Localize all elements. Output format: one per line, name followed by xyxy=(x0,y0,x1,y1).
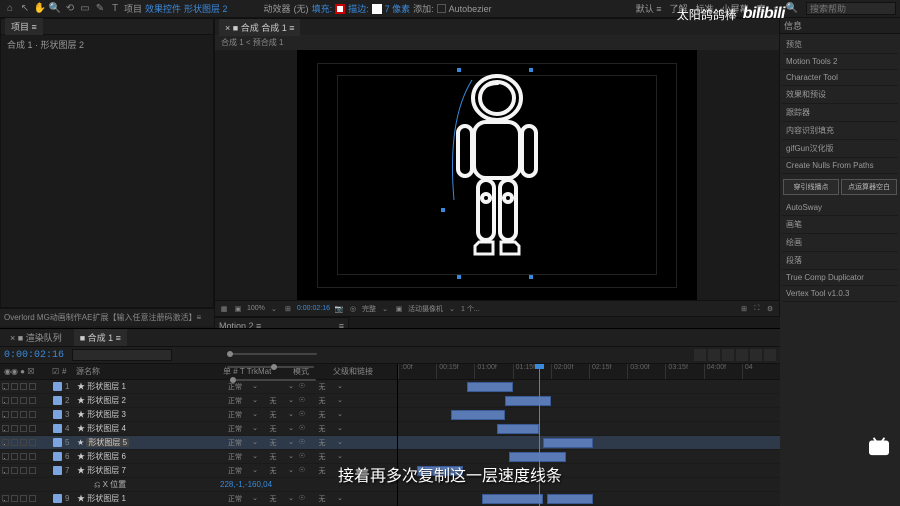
tl-tool-icon[interactable] xyxy=(694,349,706,361)
track-row[interactable] xyxy=(398,464,780,478)
sidebar-item[interactable]: 内容识别填充 xyxy=(782,122,898,140)
clip-bar[interactable] xyxy=(505,396,551,406)
hand-icon[interactable]: ✋ xyxy=(34,3,46,15)
label-anim: 动效器 xyxy=(264,2,291,15)
astronaut-figure[interactable] xyxy=(432,70,562,280)
track-row[interactable] xyxy=(398,450,780,464)
layer-row[interactable]: 5★ 形状图层 5正常⌄无⌄☉无⌄ xyxy=(0,436,397,450)
bilibili-tv-icon xyxy=(868,436,890,456)
sidebar-item[interactable]: True Comp Duplicator xyxy=(782,270,898,286)
snapshot-icon[interactable]: 📷 xyxy=(334,304,344,314)
clip-bar[interactable] xyxy=(417,466,463,476)
timeline-columns: ◉◉ ● ☒ ☑# 源名称 单 # T TrkMat 模式 父级和链接 xyxy=(0,364,397,380)
project-panel: 项目 ≡ 合成 1 · 形状图层 2 xyxy=(0,18,214,308)
clip-bar[interactable] xyxy=(543,438,593,448)
autobezier-check[interactable] xyxy=(437,4,446,13)
sidebar-item[interactable]: Motion Tools 2 xyxy=(782,54,898,70)
sidebar-item[interactable]: 画笔 xyxy=(782,216,898,234)
res-icon[interactable]: ⊞ xyxy=(283,304,293,314)
layer-row[interactable]: ⎌ X 位置228,-1,-160,04 xyxy=(0,478,397,492)
track-row[interactable] xyxy=(398,422,780,436)
sidebar-item[interactable]: 段落 xyxy=(782,252,898,270)
rect-icon[interactable]: ▭ xyxy=(79,3,91,15)
time-ruler[interactable]: :00f00:15f01:00f01:15f02:00f02:15f03:00f… xyxy=(398,364,780,380)
grid-icon[interactable]: ▦ xyxy=(219,304,229,314)
comp-tab[interactable]: × ■ 合成 合成 1 ≡ xyxy=(219,19,300,36)
pen-icon[interactable]: ✎ xyxy=(94,3,106,15)
sidebar-item[interactable]: Create Nulls From Paths xyxy=(782,158,898,174)
breadcrumb[interactable]: 合成 1 < 预合成 1 xyxy=(215,35,779,50)
right-btn-2[interactable]: 点运算器空白 xyxy=(841,179,897,195)
clip-bar[interactable] xyxy=(497,424,539,434)
timecode[interactable]: 0:00:02:16 xyxy=(4,350,64,361)
canvas-area[interactable] xyxy=(215,50,779,300)
clip-bar[interactable] xyxy=(547,494,593,504)
track-row[interactable] xyxy=(398,492,780,506)
sidebar-item[interactable]: Character Tool xyxy=(782,70,898,86)
layer-row[interactable]: 3★ 形状图层 3正常⌄无⌄☉无⌄ xyxy=(0,408,397,422)
alpha-icon[interactable]: ▣ xyxy=(233,304,243,314)
label-project: 项目 xyxy=(124,2,142,15)
project-tab[interactable]: 项目 ≡ xyxy=(5,18,43,35)
track-row[interactable] xyxy=(398,380,780,394)
layer-row[interactable]: 2★ 形状图层 2正常⌄无⌄☉无⌄ xyxy=(0,394,397,408)
clip-bar[interactable] xyxy=(467,382,513,392)
track-row[interactable] xyxy=(398,436,780,450)
layer-row[interactable]: 6★ 形状图层 6正常⌄无⌄☉无⌄ xyxy=(0,450,397,464)
layer-row[interactable]: 9★ 形状图层 1正常⌄无⌄☉无⌄ xyxy=(0,492,397,506)
layer-row[interactable]: 1★ 形状图层 1正常⌄⌄☉无⌄ xyxy=(0,380,397,394)
clip-bar[interactable] xyxy=(509,452,566,462)
timeline-panel: × ■ 渲染队列 ■ 合成 1 ≡ 0:00:02:16 ◉◉ ● ☒ ☑# 源 xyxy=(0,328,780,506)
text-icon[interactable]: T xyxy=(109,3,121,15)
sidebar-item[interactable]: 跟踪器 xyxy=(782,104,898,122)
cam-icon[interactable]: ▣ xyxy=(394,304,404,314)
arrow-icon[interactable]: ↖ xyxy=(19,3,31,15)
track-row[interactable] xyxy=(398,478,780,492)
search-input[interactable] xyxy=(806,2,896,15)
zoom-icon[interactable]: 🔍 xyxy=(49,3,61,15)
viewer-panel: × ■ 合成 合成 1 ≡ 合成 1 < 预合成 1 xyxy=(214,18,780,317)
timeline-search[interactable] xyxy=(72,349,172,361)
region-icon[interactable]: ◎ xyxy=(348,304,358,314)
search-icon[interactable]: 🔍 xyxy=(786,3,798,15)
sidebar-item[interactable]: Vertex Tool v1.0.3 xyxy=(782,286,898,302)
track-row[interactable] xyxy=(398,408,780,422)
sidebar-item[interactable]: 绘画 xyxy=(782,234,898,252)
layer-row[interactable]: 4★ 形状图层 4正常⌄无⌄☉无⌄ xyxy=(0,422,397,436)
track-row[interactable] xyxy=(398,394,780,408)
clip-bar[interactable] xyxy=(451,410,504,420)
project-row[interactable]: 合成 1 · 形状图层 2 xyxy=(3,37,211,52)
fill-swatch[interactable] xyxy=(335,4,345,14)
sidebar-item[interactable]: 效果和预设 xyxy=(782,86,898,104)
playhead[interactable] xyxy=(539,364,540,506)
clip-bar[interactable] xyxy=(482,494,543,504)
sidebar-item[interactable]: AutoSway xyxy=(782,200,898,216)
right-btn-1[interactable]: 穿引线播点 xyxy=(783,179,839,195)
rotate-icon[interactable]: ⟲ xyxy=(64,3,76,15)
label-layer[interactable]: 形状图层 2 xyxy=(184,2,228,15)
label-fx[interactable]: 效果控件 xyxy=(145,2,181,15)
home-icon[interactable]: ⌂ xyxy=(4,3,16,15)
overlord-footer: Overlord MG动画制作AE扩展【输入任意注册码激活】≡ xyxy=(0,308,214,326)
sidebar-item[interactable]: 预览 xyxy=(782,36,898,54)
stroke-swatch[interactable] xyxy=(372,4,382,14)
watermark: 太阳鸽鸽棒 bilibili xyxy=(677,5,785,23)
viewer-bottom-bar: ▦ ▣ 100% ⌄ ⊞ 0:00:02:16 📷 ◎ 完整 ⌄ ▣ 活动摄像机… xyxy=(215,300,779,316)
layer-row[interactable]: 7★ 形状图层 7正常⌄无⌄☉无⌄ xyxy=(0,464,397,478)
right-sidebar: 信息 预览Motion Tools 2Character Tool效果和预设跟踪… xyxy=(780,18,900,506)
sidebar-item[interactable]: gifGun汉化版 xyxy=(782,140,898,158)
